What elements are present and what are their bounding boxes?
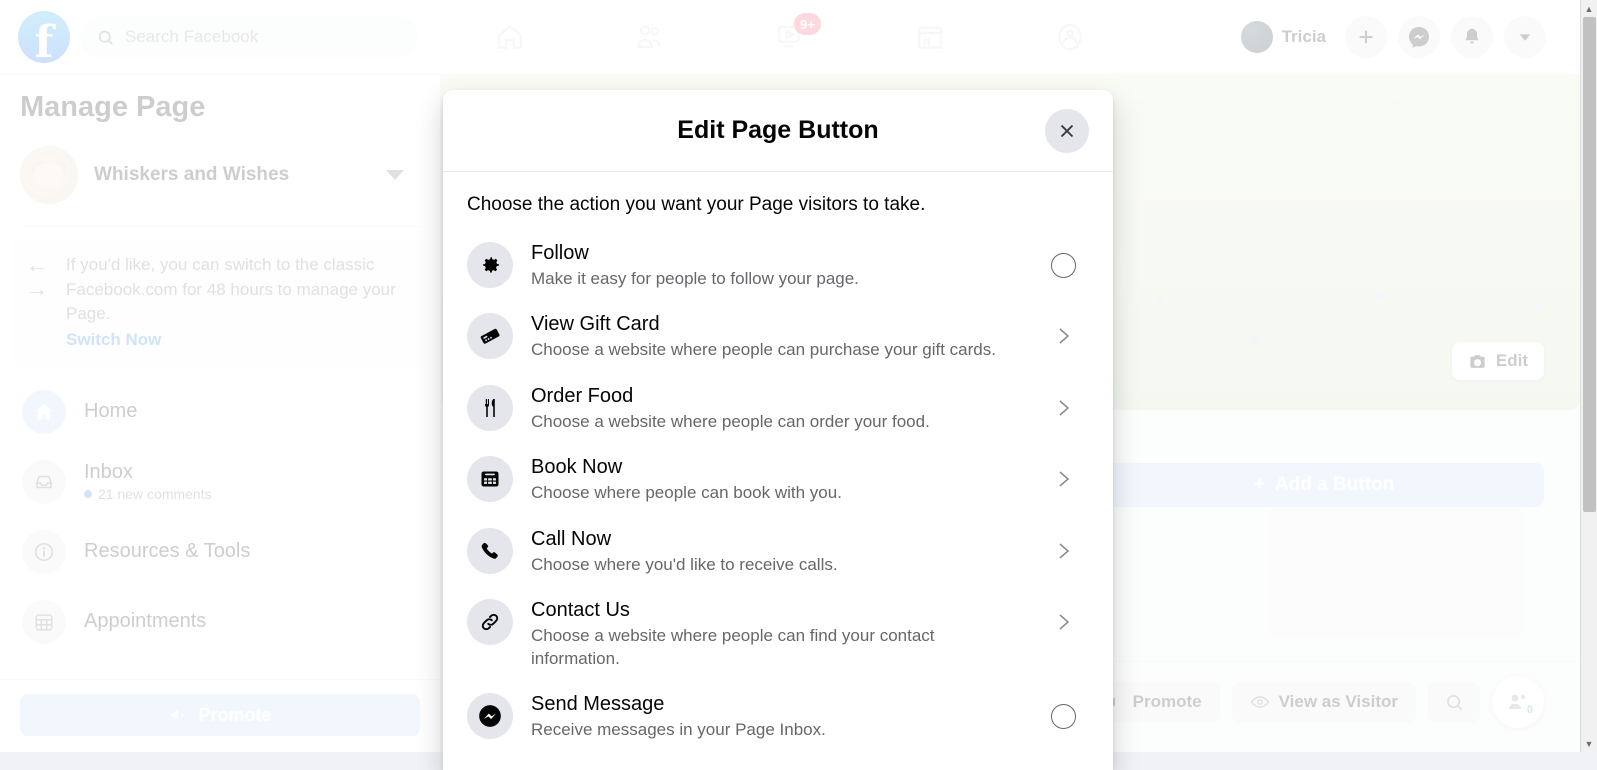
scrollbar-thumb[interactable] bbox=[1583, 17, 1596, 512]
scroll-up-arrow-icon[interactable]: ▲ bbox=[1581, 0, 1597, 17]
option-title: View Gift Card bbox=[531, 312, 1025, 336]
option-control[interactable] bbox=[1043, 312, 1083, 348]
gift-card-icon bbox=[467, 313, 513, 359]
option-description: Choose a website where people can order … bbox=[531, 411, 1025, 433]
option-follow[interactable]: Follow Make it easy for people to follow… bbox=[467, 230, 1089, 301]
dialog-prompt: Choose the action you want your Page vis… bbox=[467, 194, 1089, 216]
option-contact-us[interactable]: Contact Us Choose a website where people… bbox=[467, 587, 1089, 681]
option-title: Book Now bbox=[531, 455, 1025, 479]
option-control[interactable] bbox=[1043, 527, 1083, 563]
option-title: Order Food bbox=[531, 384, 1025, 408]
radio-button[interactable] bbox=[1051, 704, 1076, 729]
phone-icon bbox=[467, 528, 513, 574]
option-title: Contact Us bbox=[531, 598, 1025, 622]
option-control[interactable] bbox=[1043, 598, 1083, 634]
option-book-now[interactable]: Book Now Choose where people can book wi… bbox=[467, 444, 1089, 515]
option-description: Receive messages in your Page Inbox. bbox=[531, 719, 1025, 741]
option-description: Choose a website where people can purcha… bbox=[531, 339, 1025, 361]
option-control[interactable] bbox=[1043, 692, 1083, 729]
option-control[interactable] bbox=[1043, 455, 1083, 491]
option-control[interactable] bbox=[1043, 241, 1083, 278]
gear-icon bbox=[467, 242, 513, 288]
option-order-food[interactable]: Order Food Choose a website where people… bbox=[467, 373, 1089, 444]
chevron-right-icon[interactable] bbox=[1051, 539, 1075, 563]
option-title: Call Now bbox=[531, 527, 1025, 551]
link-icon bbox=[467, 599, 513, 645]
option-description: Choose a website where people can find y… bbox=[531, 625, 1025, 670]
dialog-header: Edit Page Button bbox=[443, 90, 1113, 172]
option-view-gift-card[interactable]: View Gift Card Choose a website where pe… bbox=[467, 301, 1089, 372]
chevron-right-icon[interactable] bbox=[1051, 467, 1075, 491]
option-description: Choose where you'd like to receive calls… bbox=[531, 554, 1025, 576]
option-title: Send Message bbox=[531, 692, 1025, 716]
edit-page-button-dialog: Edit Page Button Choose the action you w… bbox=[443, 90, 1113, 770]
utensils-icon bbox=[467, 385, 513, 431]
close-button[interactable] bbox=[1045, 109, 1089, 153]
option-title: Follow bbox=[531, 241, 1025, 265]
chevron-right-icon[interactable] bbox=[1051, 396, 1075, 420]
scroll-down-arrow-icon[interactable]: ▼ bbox=[1581, 735, 1597, 752]
close-icon bbox=[1056, 120, 1078, 142]
option-control[interactable] bbox=[1043, 384, 1083, 420]
chevron-right-icon[interactable] bbox=[1051, 610, 1075, 634]
radio-button[interactable] bbox=[1051, 253, 1076, 278]
dialog-title: Edit Page Button bbox=[677, 116, 878, 145]
browser-scrollbar[interactable]: ▲ ▼ bbox=[1580, 0, 1597, 752]
option-description: Make it easy for people to follow your p… bbox=[531, 268, 1025, 290]
chevron-right-icon[interactable] bbox=[1051, 324, 1075, 348]
option-send-message[interactable]: Send Message Receive messages in your Pa… bbox=[467, 681, 1089, 752]
dialog-body: Choose the action you want your Page vis… bbox=[443, 172, 1113, 753]
calendar-icon bbox=[467, 456, 513, 502]
option-call-now[interactable]: Call Now Choose where you'd like to rece… bbox=[467, 516, 1089, 587]
option-description: Choose where people can book with you. bbox=[531, 482, 1025, 504]
messenger-icon bbox=[467, 693, 513, 739]
